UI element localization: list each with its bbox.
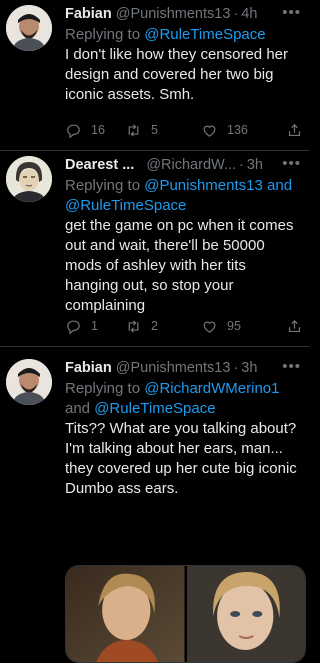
retweet-button[interactable]: 2 <box>125 318 201 335</box>
tweet-text: get the game on pc when it comes out and… <box>65 217 294 314</box>
replying-to-prefix: Replying to <box>65 177 145 194</box>
more-icon[interactable]: ••• <box>282 4 301 21</box>
more-icon[interactable]: ••• <box>282 358 301 375</box>
avatar[interactable] <box>6 359 52 405</box>
media-grid[interactable] <box>65 565 306 663</box>
replying-to: Replying to @RichardWMerino1 and @RuleTi… <box>65 379 301 419</box>
media-image[interactable] <box>186 566 305 662</box>
timestamp[interactable]: 3h <box>247 157 263 173</box>
tweet-actions: 1 2 95 <box>65 315 303 337</box>
mention-link[interactable]: @Punishments13 and <box>144 177 292 194</box>
timestamp[interactable]: 4h <box>241 6 257 22</box>
separator-dot: · <box>233 6 239 22</box>
timestamp[interactable]: 3h <box>241 360 257 376</box>
reply-button[interactable]: 16 <box>65 122 125 139</box>
avatar[interactable] <box>6 156 52 202</box>
tweet-actions: 16 5 136 <box>65 119 303 141</box>
retweet-button[interactable]: 5 <box>125 122 201 139</box>
tweet-header: Fabian @Punishments13 · 3h ••• <box>65 358 301 378</box>
media-image[interactable] <box>66 566 185 662</box>
like-button[interactable]: 95 <box>201 318 281 335</box>
reply-icon <box>67 320 80 334</box>
tweet-header: Dearest ... @RichardW... · 3h ••• <box>65 155 301 175</box>
tweet[interactable]: Fabian @Punishments13 · 3h ••• Replying … <box>0 346 309 663</box>
mention-link[interactable]: @RichardWMerino1 <box>144 380 279 397</box>
share-button[interactable] <box>286 318 303 335</box>
handle[interactable]: @Punishments13 <box>116 6 231 22</box>
tweet[interactable]: Fabian @Punishments13 · 4h ••• Replying … <box>0 0 309 150</box>
reply-icon <box>67 124 80 138</box>
display-name[interactable]: Fabian <box>65 6 112 22</box>
avatar[interactable] <box>6 5 52 51</box>
handle[interactable]: @Punishments13 <box>116 360 231 376</box>
like-count: 95 <box>227 319 241 333</box>
retweet-count: 5 <box>151 123 158 137</box>
separator-dot: · <box>238 157 244 173</box>
tweet[interactable]: Dearest ... @RichardW... · 3h ••• Replyi… <box>0 150 309 346</box>
like-icon <box>203 321 216 333</box>
tweet-header: Fabian @Punishments13 · 4h ••• <box>65 4 301 24</box>
reply-button[interactable]: 1 <box>65 318 125 335</box>
separator-dot: · <box>233 360 239 376</box>
share-icon <box>288 123 301 136</box>
tweet-text: I don't like how they censored her desig… <box>65 46 288 103</box>
reply-count: 16 <box>91 123 105 137</box>
more-icon[interactable]: ••• <box>282 155 301 172</box>
reply-count: 1 <box>91 319 98 333</box>
handle[interactable]: @RichardW... <box>146 157 236 173</box>
like-button[interactable]: 136 <box>201 122 281 139</box>
replying-to-prefix: Replying to <box>65 380 145 397</box>
mention-link[interactable]: @RuleTimeSpace <box>94 400 215 417</box>
display-name[interactable]: Dearest ... <box>65 157 134 173</box>
tweet-text: Tits?? What are you talking about? I'm t… <box>65 420 297 497</box>
replying-to-joiner: and <box>65 400 95 417</box>
like-icon <box>203 125 216 137</box>
display-name[interactable]: Fabian <box>65 360 112 376</box>
mention-link[interactable]: @RuleTimeSpace <box>144 26 265 43</box>
replying-to: Replying to @Punishments13 and @RuleTime… <box>65 176 301 216</box>
like-count: 136 <box>227 123 248 137</box>
retweet-icon <box>128 123 139 137</box>
share-icon <box>288 319 301 332</box>
share-button[interactable] <box>286 122 303 139</box>
mention-link[interactable]: @RuleTimeSpace <box>65 197 186 214</box>
retweet-count: 2 <box>151 319 158 333</box>
replying-to-prefix: Replying to <box>65 26 145 43</box>
retweet-icon <box>128 319 139 333</box>
replying-to: Replying to @RuleTimeSpace <box>65 25 301 45</box>
